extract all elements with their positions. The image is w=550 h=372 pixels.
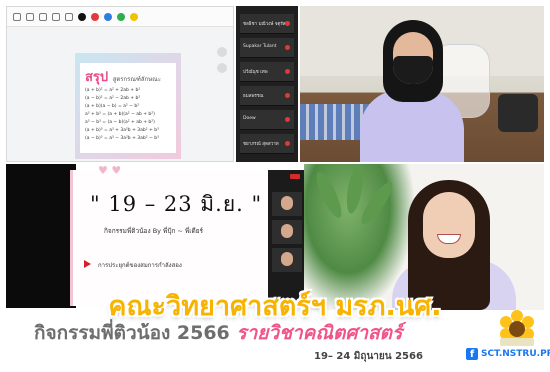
muted-mic-icon (285, 69, 290, 74)
video-tile (272, 248, 302, 272)
red-color-swatch-icon (91, 12, 99, 21)
zoom-participant-panel: ชลธิชา มณีวงษ์ จตุรัส Supakar Tulant ปวี… (236, 6, 298, 162)
slide-title-main: สรุป (85, 70, 109, 85)
zoom-in-icon (217, 47, 227, 57)
participant-tile: ปวีณ์นุช เทพ (240, 62, 294, 82)
zoom-video-strip (268, 170, 304, 302)
participant-name: ชยาภรณ์ สุดสวาท (243, 142, 279, 147)
muted-mic-icon (285, 117, 290, 122)
sunflower-logo-icon (494, 310, 540, 350)
event-date: 19– 24 มิถุนายน 2566 (314, 351, 423, 362)
formula-line: (a + b)(a − b) = a² − b² (85, 104, 139, 109)
formula-slide: สรุป สูตรกรณฑ์ลักษณะ (a + b)² = a² + 2ab… (75, 53, 181, 159)
undo-icon (13, 12, 21, 21)
activity-subtitle: กิจกรรมพี่ติวน้อง 2566 รายวิชาคณิตศาสตร์ (34, 318, 402, 348)
green-color-swatch-icon (117, 12, 125, 21)
activity-name: กิจกรรมพี่ติวน้อง 2566 (34, 322, 230, 344)
slide-title: สรุป สูตรกรณฑ์ลักษณะ (85, 66, 171, 87)
student-face (423, 192, 475, 258)
photo-student-masked (300, 6, 544, 162)
formula-line: a³ − b³ = (a − b)(a² + ab + b²) (85, 120, 155, 125)
participant-name: Supakar Tulant (243, 44, 277, 49)
zoom-out-icon (217, 63, 227, 73)
facebook-page-name: SCT.NSTRU.PR (481, 349, 550, 359)
participant-name: ปวีณ์นุช เทพ (243, 70, 268, 75)
muted-mic-icon (285, 93, 290, 98)
event-collage: สรุป สูตรกรณฑ์ลักษณะ (a + b)² = a² + 2ab… (0, 0, 550, 372)
slide-topic: การประยุกต์ของสมการกำลังสอง (98, 262, 182, 269)
formula-slide-body: สรุป สูตรกรณฑ์ลักษณะ (a + b)² = a² + 2ab… (80, 63, 176, 153)
eraser-icon (39, 12, 47, 21)
text-icon (65, 12, 73, 21)
hearts-icon: ♥ ♥ (98, 164, 122, 177)
backpack (498, 94, 538, 132)
pen-icon (26, 12, 34, 21)
participant-face (281, 224, 293, 238)
muted-mic-icon (285, 21, 290, 26)
recording-icon (290, 174, 300, 179)
subject-name: รายวิชาคณิตศาสตร์ (236, 322, 403, 344)
formula-line: (a − b)² = a² − 2ab + b² (85, 96, 141, 101)
participant-tile: ชยาภรณ์ สุดสวาท (240, 134, 294, 154)
participant-name: ชลธิชา มณีวงษ์ จตุรัส (243, 22, 286, 27)
video-tile (272, 220, 302, 244)
participant-tile: Supakar Tulant (240, 38, 294, 58)
participant-tile: Doew (240, 110, 294, 130)
slide-title-rest: สูตรกรณฑ์ลักษณะ (112, 76, 161, 83)
formula-line: (a + b)³ = a³ + 3a²b + 3ab² + b³ (85, 128, 159, 133)
play-bullet-icon (84, 260, 91, 268)
muted-mic-icon (285, 141, 290, 146)
formula-line: a³ + b³ = (a + b)(a² − ab + b²) (85, 112, 155, 117)
muted-mic-icon (285, 45, 290, 50)
participant-tile: ชลธิชา มณีวงษ์ จตุรัส (240, 14, 294, 34)
video-tile (272, 192, 302, 216)
slide-date: " 19 – 23 มิ.ย. " (90, 192, 263, 216)
participant-face (281, 252, 293, 266)
formula-line: (a − b)³ = a³ − 3a²b + 3ab² − b³ (85, 136, 159, 141)
black-color-swatch-icon (78, 12, 86, 21)
shared-whiteboard-panel: สรุป สูตรกรณฑ์ลักษณะ (a + b)² = a² + 2ab… (6, 6, 234, 162)
slide-byline: กิจกรรมพี่ติวน้อง By พี่ปุ้ก ~ พี่เดียร์ (104, 227, 204, 235)
facebook-icon: f (466, 348, 478, 360)
participant-name: Doew (243, 116, 256, 121)
drawing-toolbar (7, 7, 233, 27)
formula-line: (a + b)² = a² + 2ab + b² (85, 88, 141, 93)
participant-name: ธมลพรรณ (243, 94, 264, 99)
participant-tile: ธมลพรรณ (240, 86, 294, 106)
shape-icon (52, 12, 60, 21)
participant-face (281, 196, 293, 210)
yellow-color-swatch-icon (130, 12, 138, 21)
blue-color-swatch-icon (104, 12, 112, 21)
